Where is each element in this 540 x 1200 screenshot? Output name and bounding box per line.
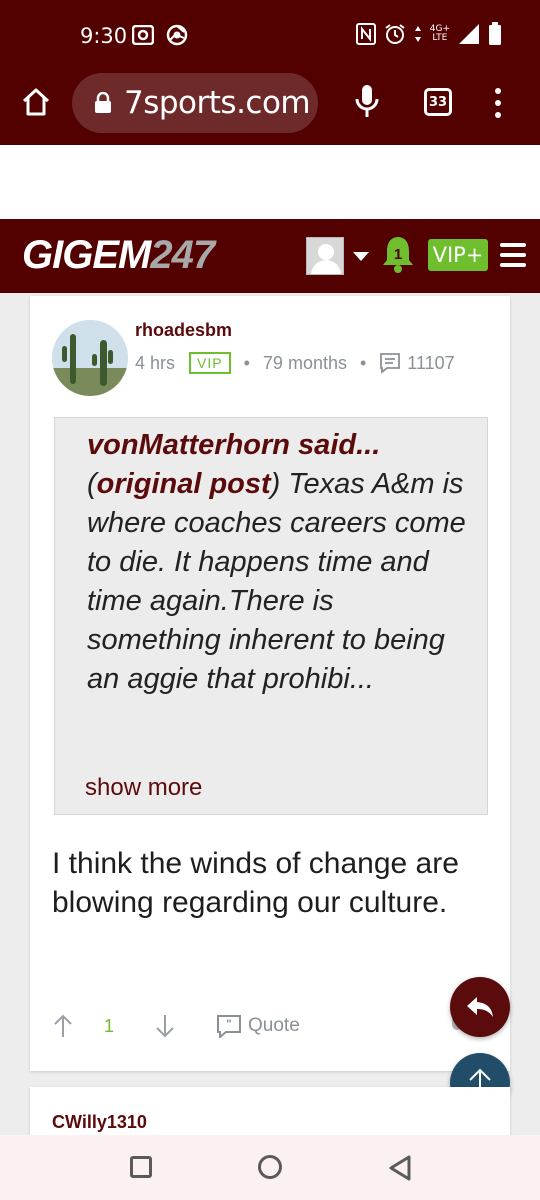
quote-label: Quote <box>248 1015 300 1036</box>
url-text: 7sports.com <box>124 85 311 121</box>
url-bar[interactable]: 7sports.com <box>72 73 318 133</box>
quoted-content: Texas A&m is where coaches careers come … <box>87 468 466 695</box>
show-more-link[interactable]: show more <box>85 774 202 802</box>
paren-open: ( <box>87 468 97 500</box>
post-card: rhoadesbm 4 hrs VIP • 79 months • 11107 … <box>30 296 510 1071</box>
paren-close: ) <box>270 468 281 500</box>
status-time: 9:30 <box>80 24 128 48</box>
network-type: 4G+ LTE <box>430 25 450 43</box>
bell-icon[interactable]: 1 <box>381 234 415 274</box>
screen-record-icon <box>132 25 154 45</box>
more-vert-icon[interactable] <box>490 88 506 118</box>
hamburger-menu-icon[interactable] <box>500 243 526 267</box>
site-logo[interactable]: GIGEM247 <box>22 233 215 278</box>
network-bottom: LTE <box>432 33 448 43</box>
reply-button[interactable] <box>450 977 510 1037</box>
upvote-icon[interactable] <box>52 1014 74 1038</box>
recents-square-icon[interactable] <box>130 1156 152 1178</box>
quote-button[interactable]: " Quote <box>216 1014 300 1038</box>
home-circle-icon[interactable] <box>258 1155 282 1179</box>
status-bar: 9:30 4G+ LTE <box>0 0 540 70</box>
vote-count: 1 <box>104 1015 115 1036</box>
lock-icon <box>95 92 111 113</box>
post-count: 11107 <box>407 352 455 373</box>
home-icon[interactable] <box>20 86 52 118</box>
post-actions: 1 " Quote <box>52 1014 300 1038</box>
quote-icon: " <box>217 1015 242 1038</box>
back-triangle-icon[interactable] <box>387 1154 413 1182</box>
cactus-photo <box>52 320 128 396</box>
logo-number: 247 <box>150 233 215 277</box>
quote-block: vonMatterhorn said... (original post) Tex… <box>54 417 488 815</box>
mic-icon[interactable] <box>354 84 380 120</box>
battery-icon <box>489 22 501 45</box>
status-left-icons <box>132 24 188 46</box>
message-icon <box>380 353 401 374</box>
signal-icon <box>459 24 479 44</box>
user-avatar[interactable] <box>306 237 344 275</box>
svg-text:": " <box>226 1017 232 1031</box>
system-nav-bar <box>0 1135 540 1200</box>
notification-count: 1 <box>394 246 402 263</box>
tabs-button[interactable]: 33 <box>424 88 452 116</box>
quoted-author[interactable]: vonMatterhorn said... <box>87 429 380 461</box>
post-body: I think the winds of change are blowing … <box>52 847 459 919</box>
next-post-author[interactable]: CWilly1310 <box>52 1112 147 1133</box>
vip-button[interactable]: VIP+ <box>428 239 488 271</box>
chevron-down-icon[interactable] <box>353 252 369 261</box>
alarm-icon <box>385 24 405 44</box>
site-header: GIGEM247 1 VIP+ <box>0 219 540 293</box>
post-meta: 4 hrs VIP • 79 months • 11107 <box>135 352 455 374</box>
chrome-icon <box>166 24 188 46</box>
reply-icon <box>467 997 493 1017</box>
status-right-icons: 4G+ LTE <box>355 22 502 46</box>
browser-toolbar: 7sports.com 33 <box>0 70 540 145</box>
data-arrows-icon <box>414 26 421 42</box>
separator-dot: • <box>359 352 367 373</box>
separator-dot: • <box>243 352 250 373</box>
logo-main: GIGEM <box>22 233 151 277</box>
member-tenure: 79 months <box>262 352 347 373</box>
original-post-link[interactable]: original post <box>97 468 271 500</box>
downvote-icon[interactable] <box>154 1014 176 1038</box>
author-name[interactable]: rhoadesbm <box>135 320 232 341</box>
nfc-icon <box>355 23 376 45</box>
author-avatar[interactable] <box>52 320 128 396</box>
quote-text: vonMatterhorn said... (original post) Tex… <box>87 426 467 699</box>
post-time: 4 hrs <box>135 352 176 373</box>
vip-badge: VIP <box>189 352 231 374</box>
